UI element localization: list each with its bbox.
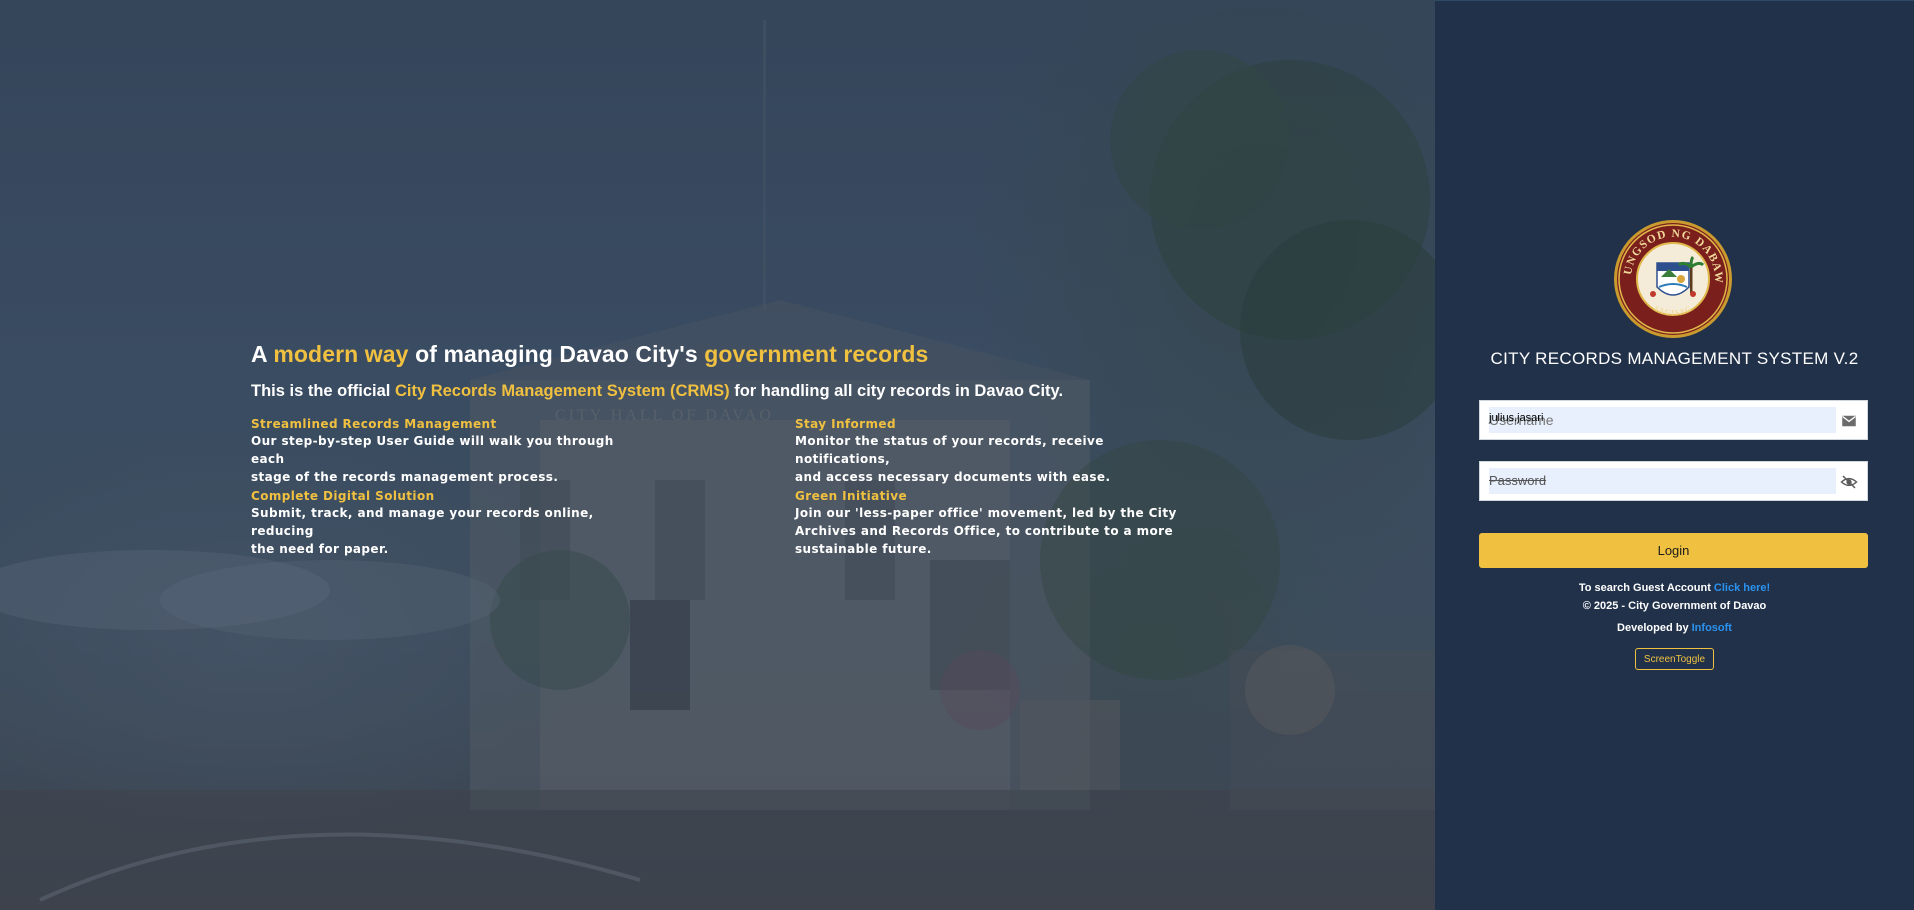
hero-title-text: of managing Davao City's: [408, 341, 705, 367]
feature-description: Submit, track, and manage your records o…: [251, 504, 636, 558]
password-field: Password: [1479, 461, 1868, 501]
feature-line: Submit, track, and manage your records o…: [251, 506, 594, 538]
feature-description: Monitor the status of your records, rece…: [795, 432, 1180, 486]
hero-title-highlight: government records: [704, 341, 929, 367]
feature-line: stage of the records management process.: [251, 470, 559, 484]
feature-line: and access necessary documents with ease…: [795, 470, 1111, 484]
feature-description: Our step-by-step User Guide will walk yo…: [251, 432, 636, 486]
screen-toggle-button[interactable]: ScreenToggle: [1635, 648, 1714, 670]
hero-title-highlight: modern way: [273, 341, 409, 367]
mail-icon: [1842, 415, 1856, 427]
feature-line: Join our 'less-paper office' movement, l…: [795, 506, 1177, 520]
copyright-text: © 2025 - City Government of Davao: [1582, 600, 1767, 612]
hero-title: A modern way of managing Davao City's go…: [251, 338, 1201, 370]
feature-title: Green Initiative: [795, 489, 908, 503]
feature-description: Join our 'less-paper office' movement, l…: [795, 504, 1180, 558]
feature-line: sustainable future.: [795, 542, 932, 556]
feature-digital-solution: Complete Digital Solution Submit, track,…: [251, 488, 636, 558]
username-input[interactable]: [1489, 407, 1836, 433]
feature-title: Streamlined Records Management: [251, 417, 497, 431]
feature-line: Our step-by-step User Guide will walk yo…: [251, 434, 614, 466]
guest-account-link[interactable]: Click here!: [1714, 582, 1770, 594]
feature-line: Archives and Records Office, to contribu…: [795, 524, 1174, 538]
feature-green-initiative: Green Initiative Join our 'less-paper of…: [795, 488, 1180, 558]
hero-subtitle-text: for handling all city records in Davao C…: [729, 382, 1064, 400]
developed-by-text: Developed by Infosoft: [1435, 622, 1914, 634]
hero-content: A modern way of managing Davao City's go…: [251, 338, 1201, 576]
feature-stay-informed: Stay Informed Monitor the status of your…: [795, 416, 1180, 486]
guest-account-text: To search Guest Account Click here!: [1435, 582, 1914, 594]
feature-list: Streamlined Records Management Our step-…: [251, 416, 1201, 576]
login-button[interactable]: Login: [1479, 533, 1868, 568]
system-title: CITY RECORDS MANAGEMENT SYSTEM V.2: [1490, 349, 1859, 368]
hero-title-text: A: [251, 341, 274, 367]
developer-link[interactable]: Infosoft: [1692, 622, 1732, 634]
hero-subtitle: This is the official City Records Manage…: [251, 380, 1201, 402]
davao-city-seal-logo: LUNGSOD NG DABAW SAGISAG: [1613, 219, 1732, 338]
password-input[interactable]: [1489, 468, 1836, 494]
hero-section: CITY HALL OF DAVAO A modern way of manag…: [0, 0, 1435, 910]
developed-by-label: Developed by: [1617, 622, 1692, 634]
hero-subtitle-text: This is the official: [251, 382, 395, 400]
feature-streamlined: Streamlined Records Management Our step-…: [251, 416, 636, 486]
feature-line: the need for paper.: [251, 542, 389, 556]
hero-subtitle-highlight: City Records Management System (CRMS): [394, 382, 730, 400]
feature-title: Stay Informed: [795, 417, 896, 431]
username-field: julius.jasari: [1479, 400, 1868, 440]
guest-account-label: To search Guest Account: [1578, 582, 1714, 594]
feature-title: Complete Digital Solution: [251, 489, 435, 503]
eye-off-icon[interactable]: [1840, 473, 1858, 491]
login-panel: LUNGSOD NG DABAW SAGISAG CITY RECORDS MA…: [1435, 0, 1914, 910]
feature-line: Monitor the status of your records, rece…: [795, 434, 1104, 466]
